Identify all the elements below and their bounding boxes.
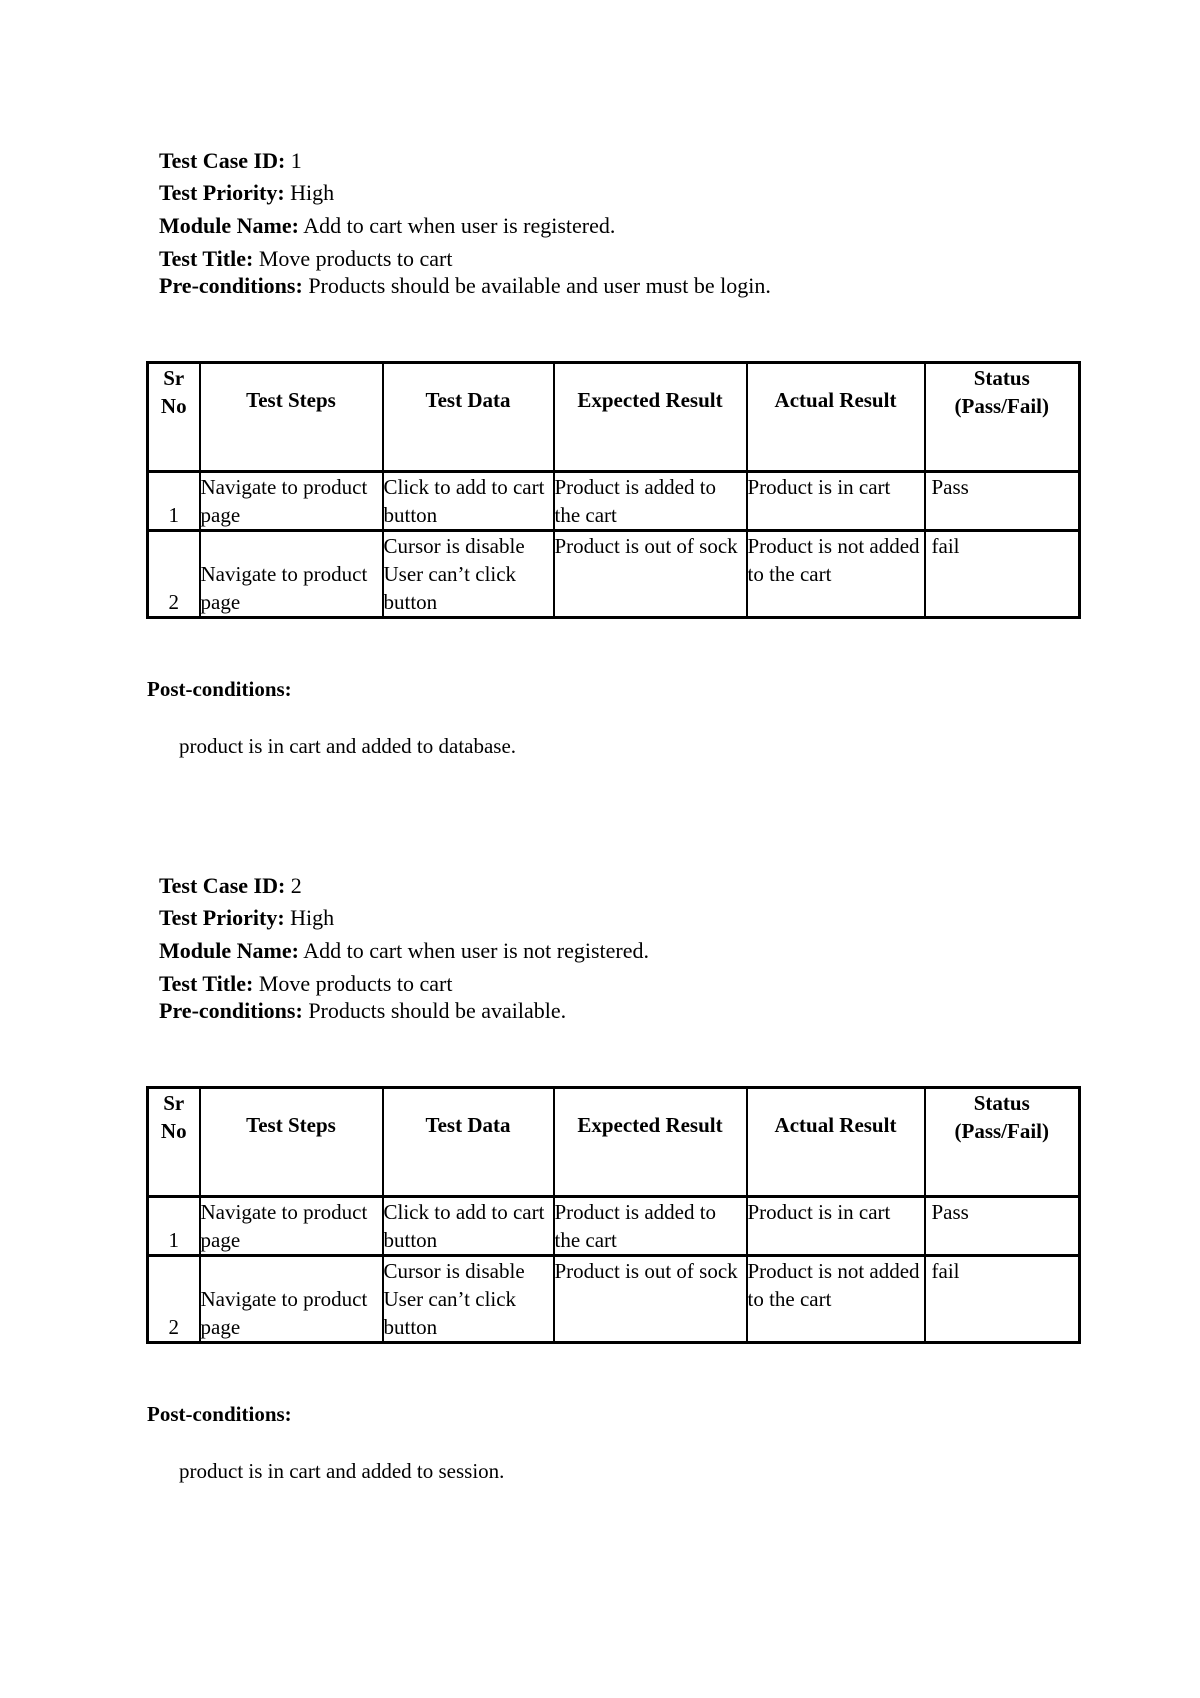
cell-steps: Navigate to product page [198, 529, 384, 619]
document-page: Test Case ID: 1 Test Priority: High Module… [0, 0, 1200, 1698]
meta-value: Add to cart when user is not registered. [303, 938, 650, 963]
cell-expected: Product is added to the cart [552, 1195, 748, 1257]
test-steps-table: Sr No Test Steps Test Data Expected Resul… [146, 361, 1081, 619]
cell-status: fail [923, 1254, 1081, 1344]
meta-label: Test Priority: [159, 905, 285, 930]
post-conditions-label: Post-conditions: [147, 677, 292, 701]
header-sr-no: Sr No [146, 361, 201, 473]
meta-label: Test Title: [159, 246, 254, 271]
meta-id: Test Case ID: 1 [159, 148, 302, 174]
meta-priority: Test Priority: High [159, 180, 334, 206]
table-row: 1 Navigate to product page Click to add … [146, 1195, 1081, 1257]
cell-status: Pass [923, 1195, 1081, 1257]
header-actual: Actual Result [745, 1086, 926, 1198]
header-test-data: Test Data [381, 361, 555, 473]
cell-expected: Product is out of sock [552, 529, 748, 619]
table-row: 2 Navigate to product page Cursor is dis… [146, 529, 1081, 619]
meta-priority: Test Priority: High [159, 905, 334, 931]
header-expected: Expected Result [552, 361, 748, 473]
header-test-steps: Test Steps [198, 361, 384, 473]
cell-sr: 1 [146, 1195, 201, 1257]
meta-label: Test Title: [159, 971, 254, 996]
cell-actual: Product is in cart [745, 1195, 926, 1257]
table-header: Sr No Test Steps Test Data Expected Resul… [146, 361, 1081, 473]
meta-id: Test Case ID: 2 [159, 873, 302, 899]
cell-data: Click to add to cart button [381, 470, 555, 532]
meta-label: Test Priority: [159, 180, 285, 205]
meta-value: High [290, 905, 335, 930]
header-status: Status (Pass/Fail) [923, 1086, 1081, 1198]
cell-data: Cursor is disable User can’t click butto… [381, 529, 555, 619]
meta-value: High [290, 180, 335, 205]
post-conditions-text: product is in cart and added to database… [179, 734, 517, 758]
header-actual: Actual Result [745, 361, 926, 473]
cell-data: Cursor is disable User can’t click butto… [381, 1254, 555, 1344]
meta-title: Test Title: Move products to cart [159, 246, 453, 272]
cell-sr: 2 [146, 1254, 201, 1344]
header-test-data: Test Data [381, 1086, 555, 1198]
cell-expected: Product is added to the cart [552, 470, 748, 532]
cell-data: Click to add to cart button [381, 1195, 555, 1257]
cell-expected: Product is out of sock [552, 1254, 748, 1344]
meta-pre: Pre-conditions: Products should be avail… [159, 998, 566, 1024]
post-conditions-label: Post-conditions: [147, 1402, 292, 1426]
meta-value: Add to cart when user is registered. [303, 213, 616, 238]
table-header: Sr No Test Steps Test Data Expected Resul… [146, 1086, 1081, 1198]
meta-value: 2 [290, 873, 302, 898]
meta-label: Pre-conditions: [159, 273, 303, 298]
meta-value: Products should be available. [308, 998, 567, 1023]
meta-label: Module Name: [159, 938, 299, 963]
header-expected: Expected Result [552, 1086, 748, 1198]
cell-sr: 1 [146, 470, 201, 532]
meta-value: 1 [290, 148, 302, 173]
cell-status: Pass [923, 470, 1081, 532]
header-sr-no: Sr No [146, 1086, 201, 1198]
meta-label: Pre-conditions: [159, 998, 303, 1023]
cell-actual: Product is in cart [745, 470, 926, 532]
test-steps-table: Sr No Test Steps Test Data Expected Resul… [146, 1086, 1081, 1344]
meta-title: Test Title: Move products to cart [159, 971, 453, 997]
meta-value: Products should be available and user mu… [308, 273, 771, 298]
post-conditions-text: product is in cart and added to session. [179, 1459, 505, 1483]
cell-steps: Navigate to product page [198, 470, 384, 532]
meta-label: Module Name: [159, 213, 299, 238]
meta-label: Test Case ID: [159, 148, 286, 173]
meta-value: Move products to cart [258, 246, 453, 271]
cell-actual: Product is not added to the cart [745, 529, 926, 619]
meta-pre: Pre-conditions: Products should be avail… [159, 273, 771, 299]
cell-actual: Product is not added to the cart [745, 1254, 926, 1344]
meta-label: Test Case ID: [159, 873, 286, 898]
cell-steps: Navigate to product page [198, 1195, 384, 1257]
header-status: Status (Pass/Fail) [923, 361, 1081, 473]
cell-steps: Navigate to product page [198, 1254, 384, 1344]
meta-module: Module Name: Add to cart when user is re… [159, 213, 615, 239]
meta-module: Module Name: Add to cart when user is no… [159, 938, 649, 964]
table-row: 2 Navigate to product page Cursor is dis… [146, 1254, 1081, 1344]
table-row: 1 Navigate to product page Click to add … [146, 470, 1081, 532]
cell-sr: 2 [146, 529, 201, 619]
header-test-steps: Test Steps [198, 1086, 384, 1198]
meta-value: Move products to cart [258, 971, 453, 996]
cell-status: fail [923, 529, 1081, 619]
